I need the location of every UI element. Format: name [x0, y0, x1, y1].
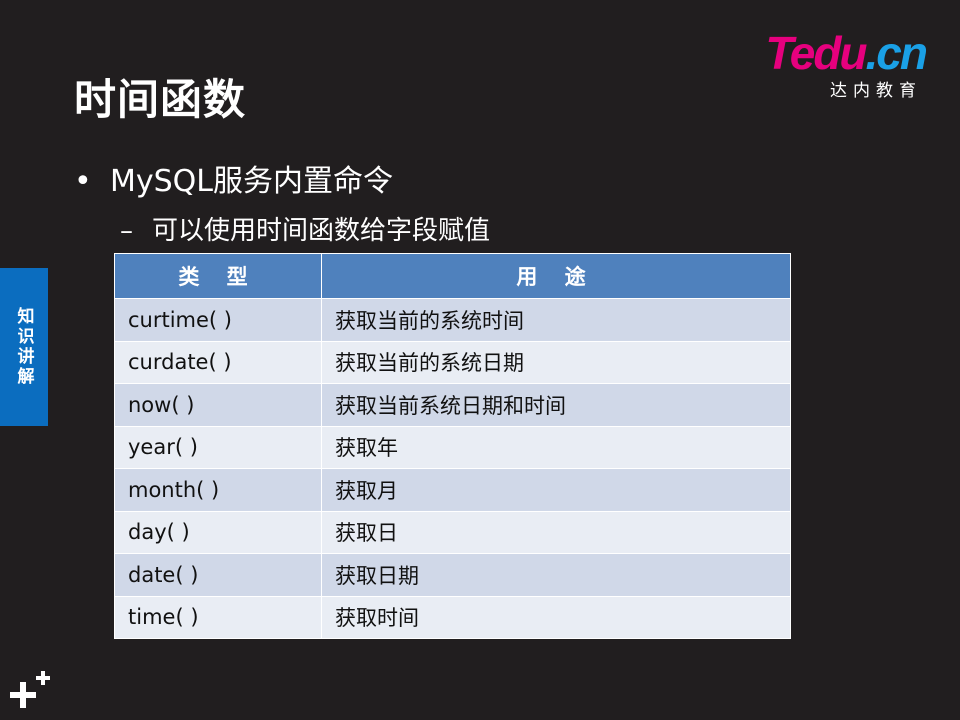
function-name: curdate( ) — [114, 340, 322, 384]
function-usage: 获取当前的系统日期 — [321, 340, 791, 384]
slide: Tedu.cn 达内教育 时间函数 • MySQL服务内置命令 – 可以使用时间函数… — [0, 0, 960, 720]
function-name: year( ) — [114, 425, 322, 469]
time-functions-table: 类 型 用 途 curtime( ) 获取当前的系统时间 curdate( ) … — [114, 253, 791, 639]
function-name: now( ) — [114, 383, 322, 427]
bullet-dot-icon: • — [74, 164, 92, 199]
table-header-row: 类 型 用 途 — [114, 253, 791, 299]
table-row: year( ) 获取年 — [114, 425, 791, 469]
function-usage: 获取当前的系统时间 — [321, 298, 791, 342]
logo-wordmark: Tedu.cn — [765, 27, 928, 79]
logo-wordmark-part2: .cn — [865, 27, 928, 79]
bullet-level1-text: MySQL服务内置命令 — [110, 164, 394, 199]
plus-icon — [10, 671, 50, 708]
function-usage: 获取日期 — [321, 553, 791, 597]
function-name: time( ) — [114, 595, 322, 639]
table-row: now( ) 获取当前系统日期和时间 — [114, 383, 791, 427]
bullet-level1: • MySQL服务内置命令 — [74, 156, 393, 200]
table-row: day( ) 获取日 — [114, 510, 791, 554]
table-row: curtime( ) 获取当前的系统时间 — [114, 298, 791, 342]
function-name: month( ) — [114, 468, 322, 512]
function-name: curtime( ) — [114, 298, 322, 342]
table-row: date( ) 获取日期 — [114, 553, 791, 597]
function-usage: 获取当前系统日期和时间 — [321, 383, 791, 427]
table-row: curdate( ) 获取当前的系统日期 — [114, 340, 791, 384]
function-usage: 获取日 — [321, 510, 791, 554]
slide-title: 时间函数 — [74, 75, 247, 124]
logo-wordmark-part1: Tedu — [765, 27, 867, 79]
bullet-level2: – 可以使用时间函数给字段赋值 — [120, 210, 490, 247]
bullet-dash-icon: – — [120, 216, 133, 246]
function-usage: 获取时间 — [321, 595, 791, 639]
header-usage: 用 途 — [321, 253, 791, 299]
bullet-level2-text: 可以使用时间函数给字段赋值 — [152, 216, 491, 246]
side-tab: 知识讲解 — [0, 268, 48, 426]
function-name: date( ) — [114, 553, 322, 597]
logo-subtitle: 达内教育 — [830, 81, 922, 101]
tedu-logo: Tedu.cn 达内教育 — [746, 27, 928, 101]
table-row: month( ) 获取月 — [114, 468, 791, 512]
function-usage: 获取年 — [321, 425, 791, 469]
header-type: 类 型 — [114, 253, 322, 299]
table-row: time( ) 获取时间 — [114, 595, 791, 639]
function-name: day( ) — [114, 510, 322, 554]
function-usage: 获取月 — [321, 468, 791, 512]
